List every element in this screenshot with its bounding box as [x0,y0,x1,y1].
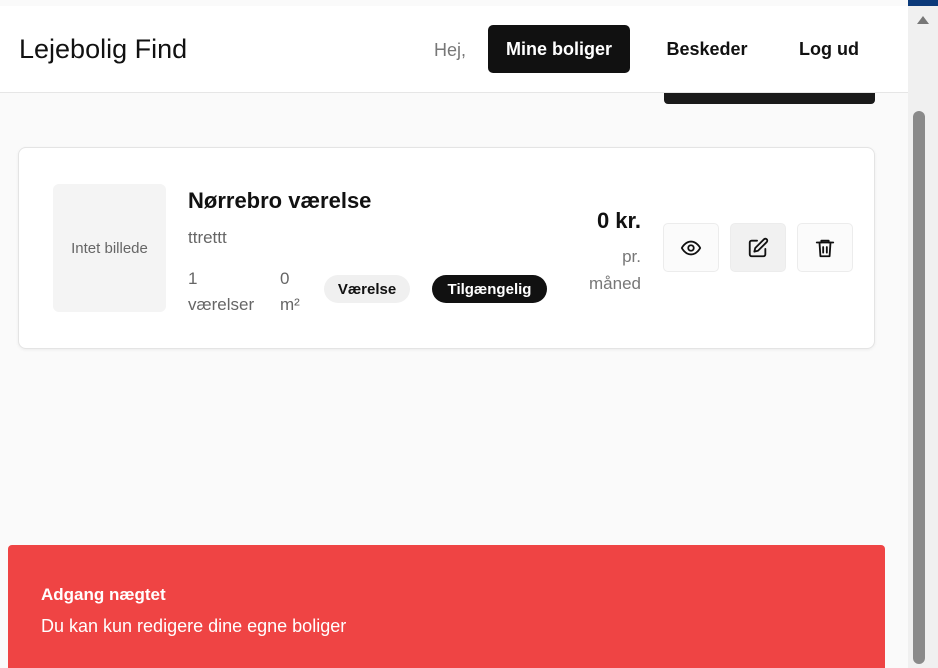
listing-description: ttrettt [188,228,227,247]
listing-title: Nørrebro værelse [188,188,372,213]
price-period: pr. måned [589,243,641,297]
nav-my-listings[interactable]: Mine boliger [488,25,630,73]
vertical-scrollbar[interactable] [908,6,938,668]
page-content: Intet billede Nørrebro værelse ttrettt 1… [0,0,908,668]
edit-button[interactable] [730,223,786,272]
listing-card: Intet billede Nørrebro værelse ttrettt 1… [18,147,875,349]
listing-area: 0 m² [280,266,300,318]
nav-logout[interactable]: Log ud [786,25,872,73]
status-badge: Tilgængelig [432,275,547,303]
listing-thumbnail: Intet billede [53,184,166,312]
error-toast: Adgang nægtet Du kan kun redigere dine e… [8,545,885,668]
nav-messages[interactable]: Beskeder [655,25,759,73]
rooms-value: 1 [188,269,198,288]
site-header: Lejebolig Find Hej, Mine boliger Beskede… [0,6,908,93]
brand-logo[interactable]: Lejebolig Find [19,34,187,65]
eye-icon [680,240,702,255]
thumbnail-placeholder-text: Intet billede [71,239,148,257]
toast-message: Du kan kun redigere dine egne boliger [41,616,347,636]
toast-title: Adgang nægtet [41,585,166,604]
listing-price: 0 kr. [596,208,641,233]
type-badge: Værelse [324,275,410,303]
area-unit: m² [280,295,300,314]
trash-icon [815,239,835,257]
listing-rooms: 1 værelser [188,266,254,318]
view-button[interactable] [663,223,719,272]
delete-button[interactable] [797,223,853,272]
scroll-up-arrow-icon[interactable] [917,16,929,24]
price-period-line2: måned [589,274,641,293]
greeting-text: Hej, [434,40,467,60]
price-period-line1: pr. [622,247,641,266]
scrollbar-thumb[interactable] [913,111,925,664]
edit-icon [748,237,769,257]
area-value: 0 [280,269,290,288]
rooms-unit: værelser [188,295,255,314]
